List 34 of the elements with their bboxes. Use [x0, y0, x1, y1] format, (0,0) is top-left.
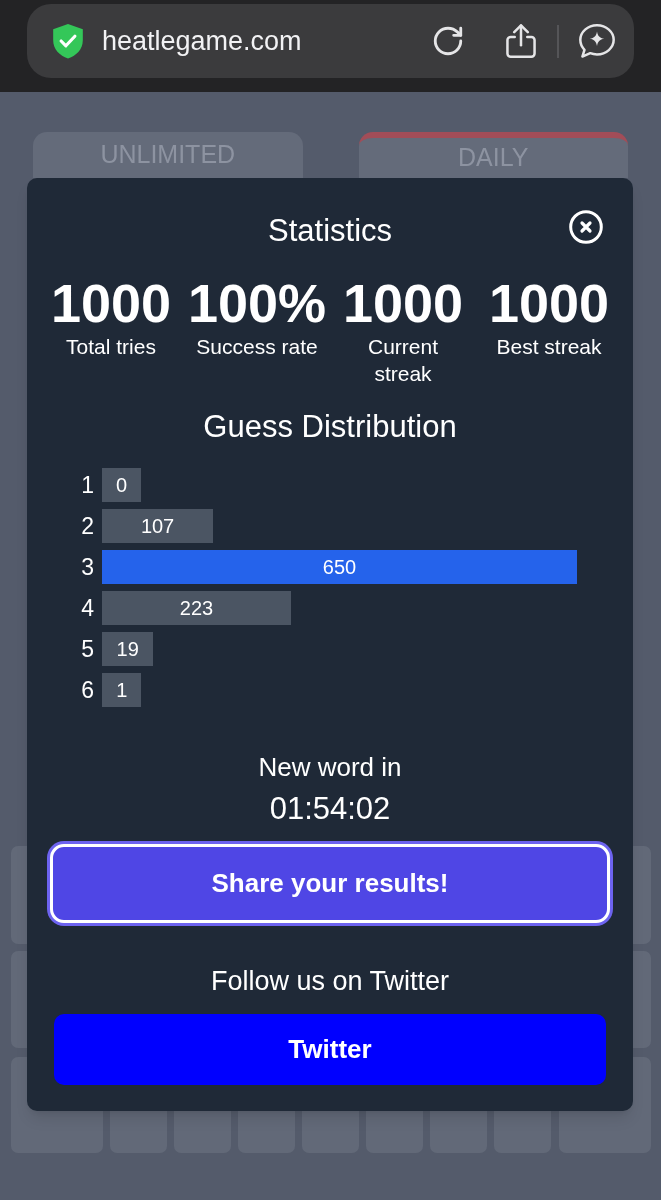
distribution-bar: 1: [102, 673, 142, 707]
guess-number: 6: [80, 676, 94, 705]
stat-value: 100%: [187, 276, 327, 330]
distribution-bar: 19: [102, 632, 154, 666]
stat-label: Total tries: [66, 334, 156, 360]
dialog-title: Statistics: [268, 213, 392, 249]
distribution-bar: 223: [102, 591, 292, 625]
stat-label: Current streak: [367, 334, 439, 387]
stat-value: 1000: [50, 276, 172, 330]
url-text: heatlegame.com: [102, 25, 302, 58]
follow-text: Follow us on Twitter: [210, 965, 450, 997]
share-button[interactable]: Share your results!: [50, 844, 610, 923]
stat-label: Success rate: [196, 334, 318, 360]
section-title: Guess Distribution: [202, 409, 458, 445]
guess-number: 2: [80, 512, 94, 541]
chat-sparkle-icon[interactable]: [579, 24, 615, 58]
countdown-timer: 01:54:02: [269, 790, 391, 828]
distribution-bar: 107: [102, 509, 214, 543]
countdown-label: New word in: [258, 751, 402, 783]
shield-check-icon: [50, 23, 86, 59]
guess-number: 3: [80, 553, 94, 582]
reload-icon[interactable]: [431, 24, 465, 58]
twitter-button[interactable]: Twitter: [54, 1014, 606, 1085]
stat-label: Best streak: [496, 334, 602, 360]
distribution-bar: 650: [102, 550, 577, 584]
close-icon[interactable]: [569, 210, 603, 244]
guess-number: 4: [80, 594, 94, 623]
share-icon[interactable]: [505, 24, 537, 58]
guess-number: 1: [80, 471, 94, 500]
stat-value: 1000: [342, 276, 464, 330]
stat-value: 1000: [488, 276, 610, 330]
distribution-bar: 0: [102, 468, 141, 502]
address-bar[interactable]: heatlegame.com: [27, 4, 634, 78]
guess-number: 5: [80, 635, 94, 664]
